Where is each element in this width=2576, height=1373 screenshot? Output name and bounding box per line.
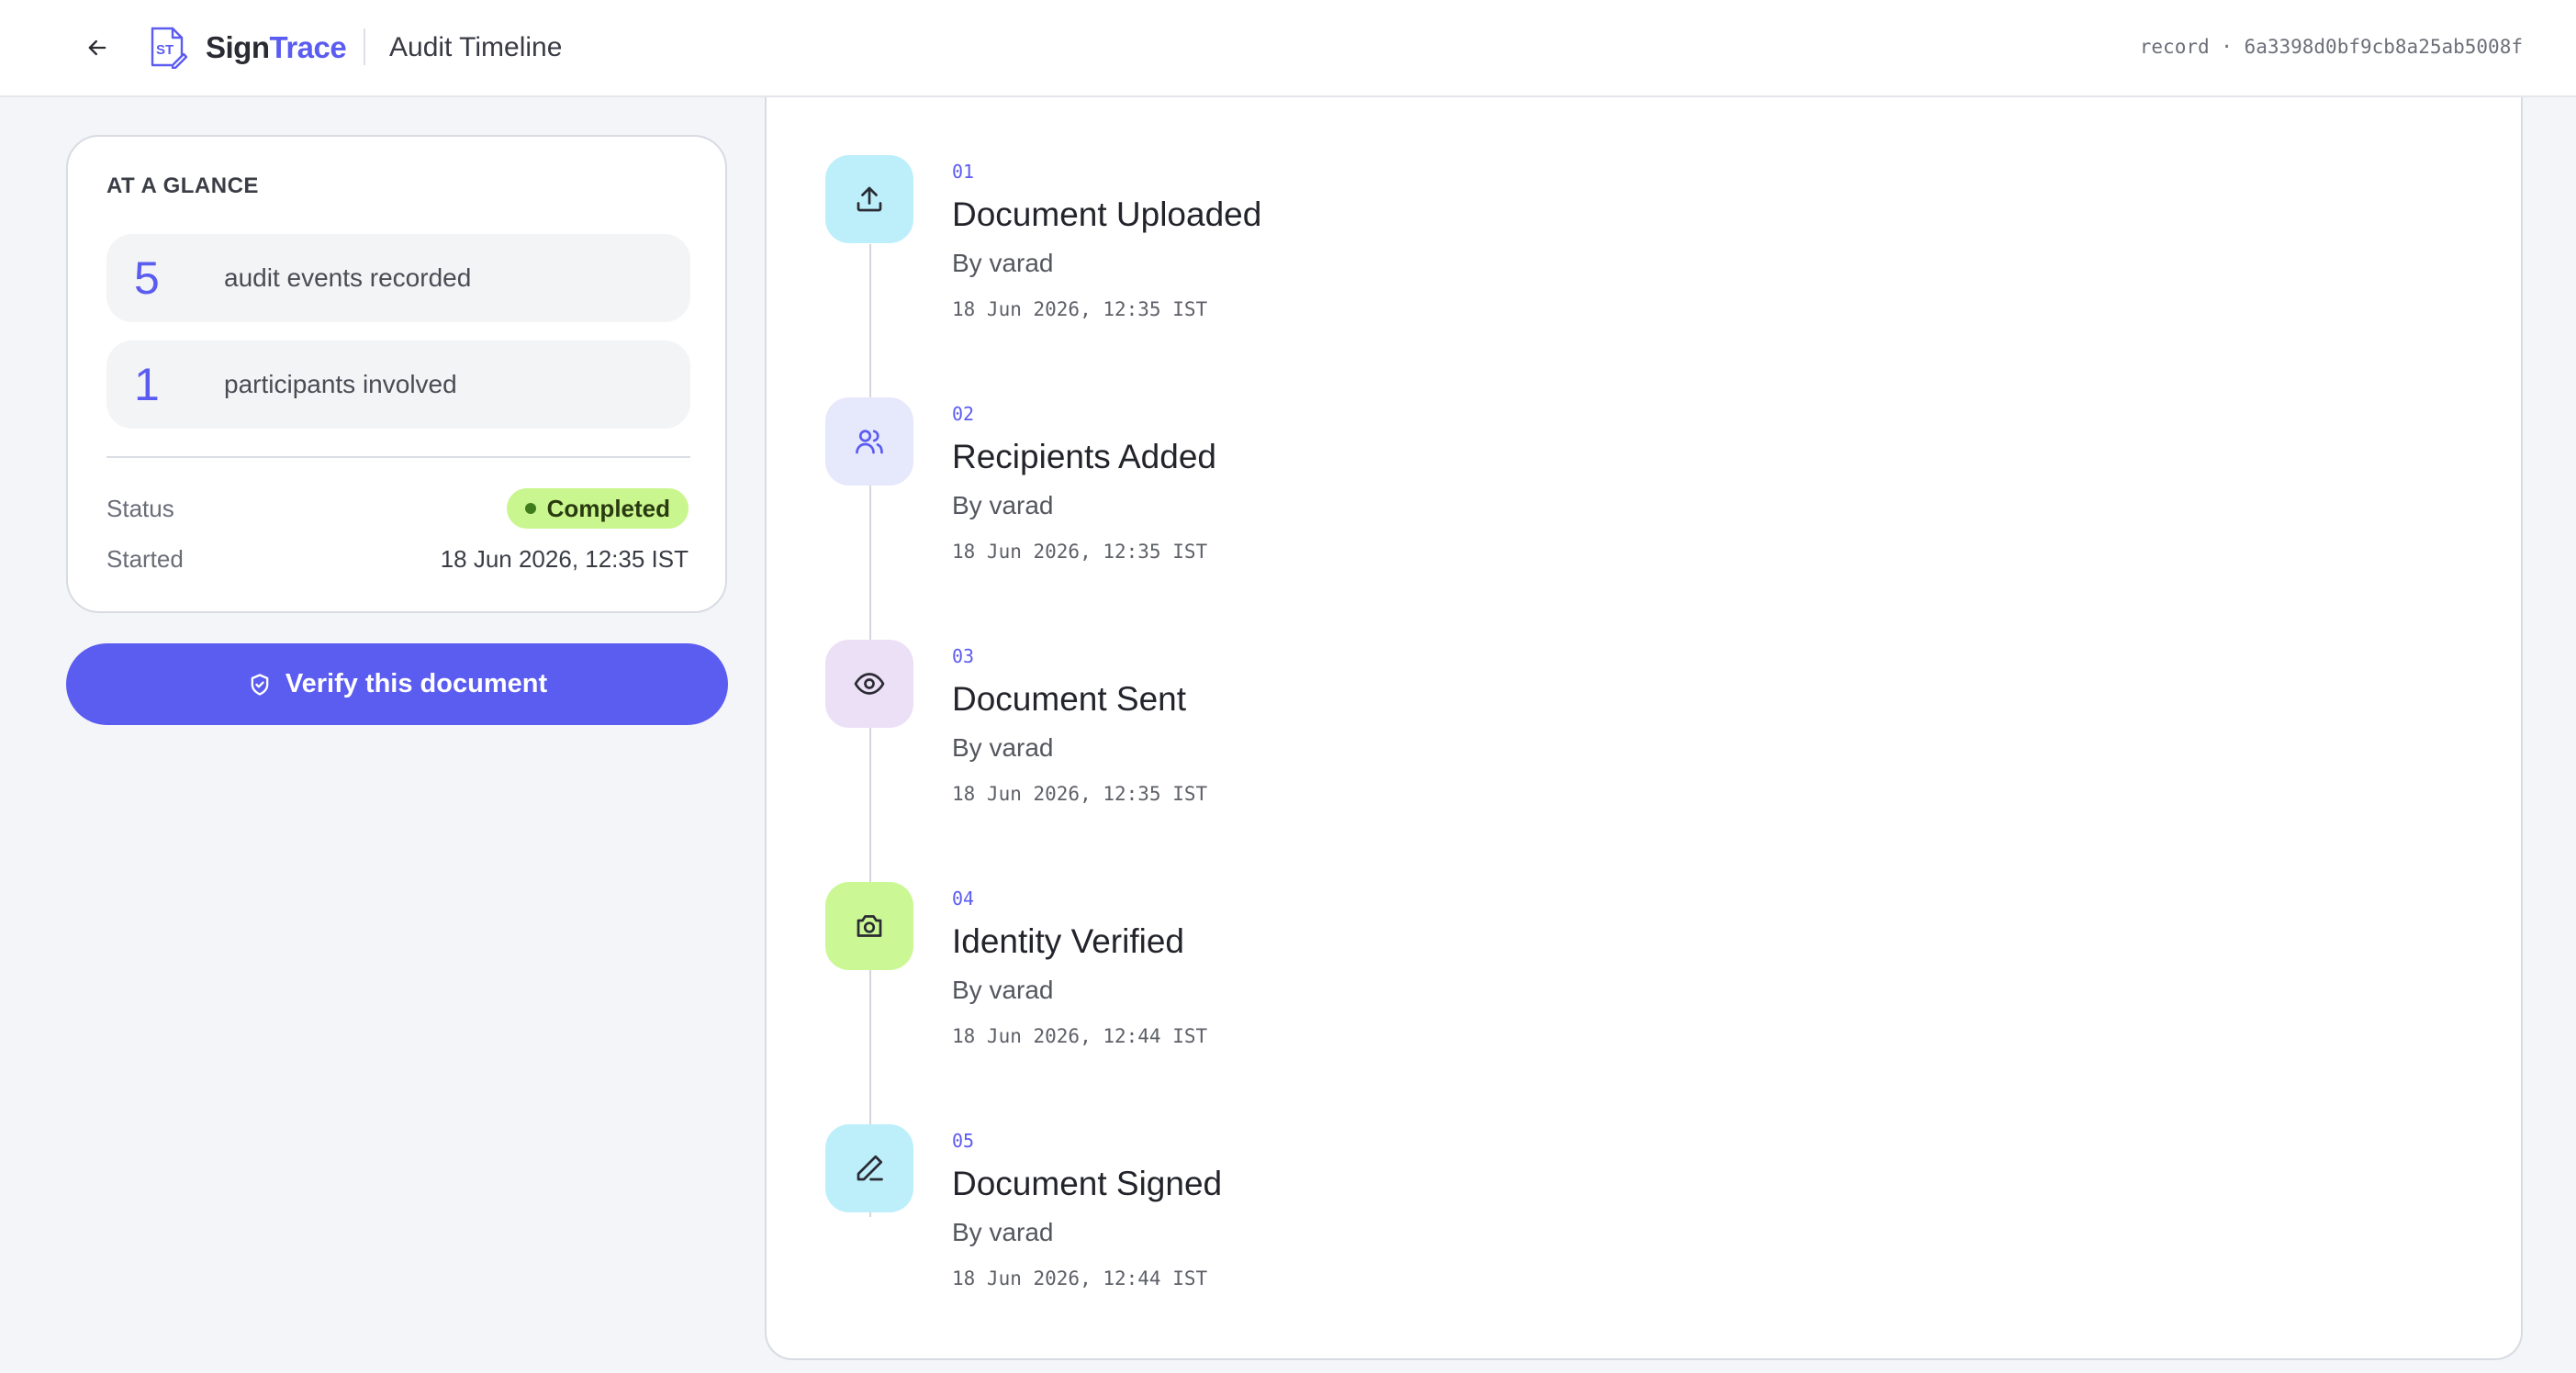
event-actor: By varad bbox=[952, 491, 1054, 519]
timeline-event: 04 Identity Verified By varad 18 Jun 202… bbox=[825, 882, 2386, 1066]
page-title: Audit Timeline bbox=[389, 32, 563, 62]
event-timestamp: 18 Jun 2026, 12:35 IST bbox=[952, 541, 1208, 563]
event-number: 04 bbox=[952, 887, 975, 910]
event-title: Document Uploaded bbox=[952, 195, 1262, 233]
arrow-left-icon bbox=[88, 39, 106, 56]
event-timestamp: 18 Jun 2026, 12:35 IST bbox=[952, 298, 1208, 320]
record-id: record · 6a3398d0bf9cb8a25ab5008f bbox=[2139, 36, 2523, 58]
event-icon-badge bbox=[825, 397, 913, 486]
event-icon-badge bbox=[825, 882, 913, 970]
pen-icon bbox=[857, 1155, 883, 1181]
event-title: Document Sent bbox=[952, 680, 1187, 718]
card-divider bbox=[106, 456, 690, 458]
signtrace-logo-icon: ST bbox=[151, 27, 187, 69]
brand-part-trace: Trace bbox=[269, 30, 347, 64]
shield-check-icon bbox=[251, 673, 269, 696]
stat-audit-events: 5 audit events recorded bbox=[106, 234, 690, 322]
stat-participants: 1 participants involved bbox=[106, 340, 690, 429]
timeline-event: 01 Document Uploaded By varad 18 Jun 202… bbox=[825, 155, 2386, 339]
top-header: ST SignTrace Audit Timeline record · 6a3… bbox=[0, 0, 2576, 97]
event-title: Recipients Added bbox=[952, 438, 1216, 475]
brand-name[interactable]: SignTrace bbox=[206, 28, 347, 68]
eye-icon bbox=[854, 673, 885, 695]
at-a-glance-card: AT A GLANCE 5 audit events recorded 1 pa… bbox=[66, 135, 727, 613]
stat-label: participants involved bbox=[224, 370, 457, 398]
event-actor: By varad bbox=[952, 1218, 1054, 1246]
event-actor: By varad bbox=[952, 976, 1054, 1004]
started-value: 18 Jun 2026, 12:35 IST bbox=[440, 545, 689, 573]
event-icon-badge bbox=[825, 640, 913, 728]
status-label: Status bbox=[106, 495, 174, 522]
status-value: Completed bbox=[546, 495, 670, 522]
verify-button-label: Verify this document bbox=[285, 669, 548, 698]
event-timestamp: 18 Jun 2026, 12:35 IST bbox=[952, 783, 1208, 805]
event-number: 02 bbox=[952, 403, 975, 425]
timeline-event: 05 Document Signed By varad 18 Jun 2026,… bbox=[825, 1124, 2386, 1308]
camera-icon bbox=[857, 915, 882, 937]
upload-icon bbox=[857, 186, 882, 212]
event-actor: By varad bbox=[952, 733, 1054, 762]
event-number: 05 bbox=[952, 1130, 975, 1152]
timeline-event: 02 Recipients Added By varad 18 Jun 2026… bbox=[825, 397, 2386, 581]
started-label: Started bbox=[106, 545, 184, 573]
header-divider bbox=[364, 28, 365, 65]
event-actor: By varad bbox=[952, 249, 1054, 277]
event-timestamp: 18 Jun 2026, 12:44 IST bbox=[952, 1267, 1208, 1289]
event-title: Document Signed bbox=[952, 1165, 1223, 1202]
stat-value: 1 bbox=[134, 359, 160, 410]
stat-value: 5 bbox=[134, 252, 160, 304]
svg-text:ST: ST bbox=[156, 42, 174, 58]
status-badge: Completed bbox=[506, 488, 689, 529]
glance-heading: AT A GLANCE bbox=[106, 173, 259, 198]
stat-label: audit events recorded bbox=[224, 263, 472, 292]
brand-part-sign: Sign bbox=[206, 30, 270, 64]
back-button[interactable] bbox=[77, 28, 118, 68]
event-title: Identity Verified bbox=[952, 922, 1184, 960]
users-icon bbox=[856, 430, 883, 454]
event-number: 03 bbox=[952, 645, 975, 667]
timeline-panel: 01 Document Uploaded By varad 18 Jun 202… bbox=[765, 97, 2523, 1360]
status-dot-icon bbox=[524, 503, 536, 514]
verify-document-button[interactable]: Verify this document bbox=[66, 643, 728, 725]
event-timestamp: 18 Jun 2026, 12:44 IST bbox=[952, 1025, 1208, 1047]
timeline-event: 03 Document Sent By varad 18 Jun 2026, 1… bbox=[825, 640, 2386, 823]
event-icon-badge bbox=[825, 1124, 913, 1212]
event-icon-badge bbox=[825, 155, 913, 243]
event-number: 01 bbox=[952, 161, 975, 183]
